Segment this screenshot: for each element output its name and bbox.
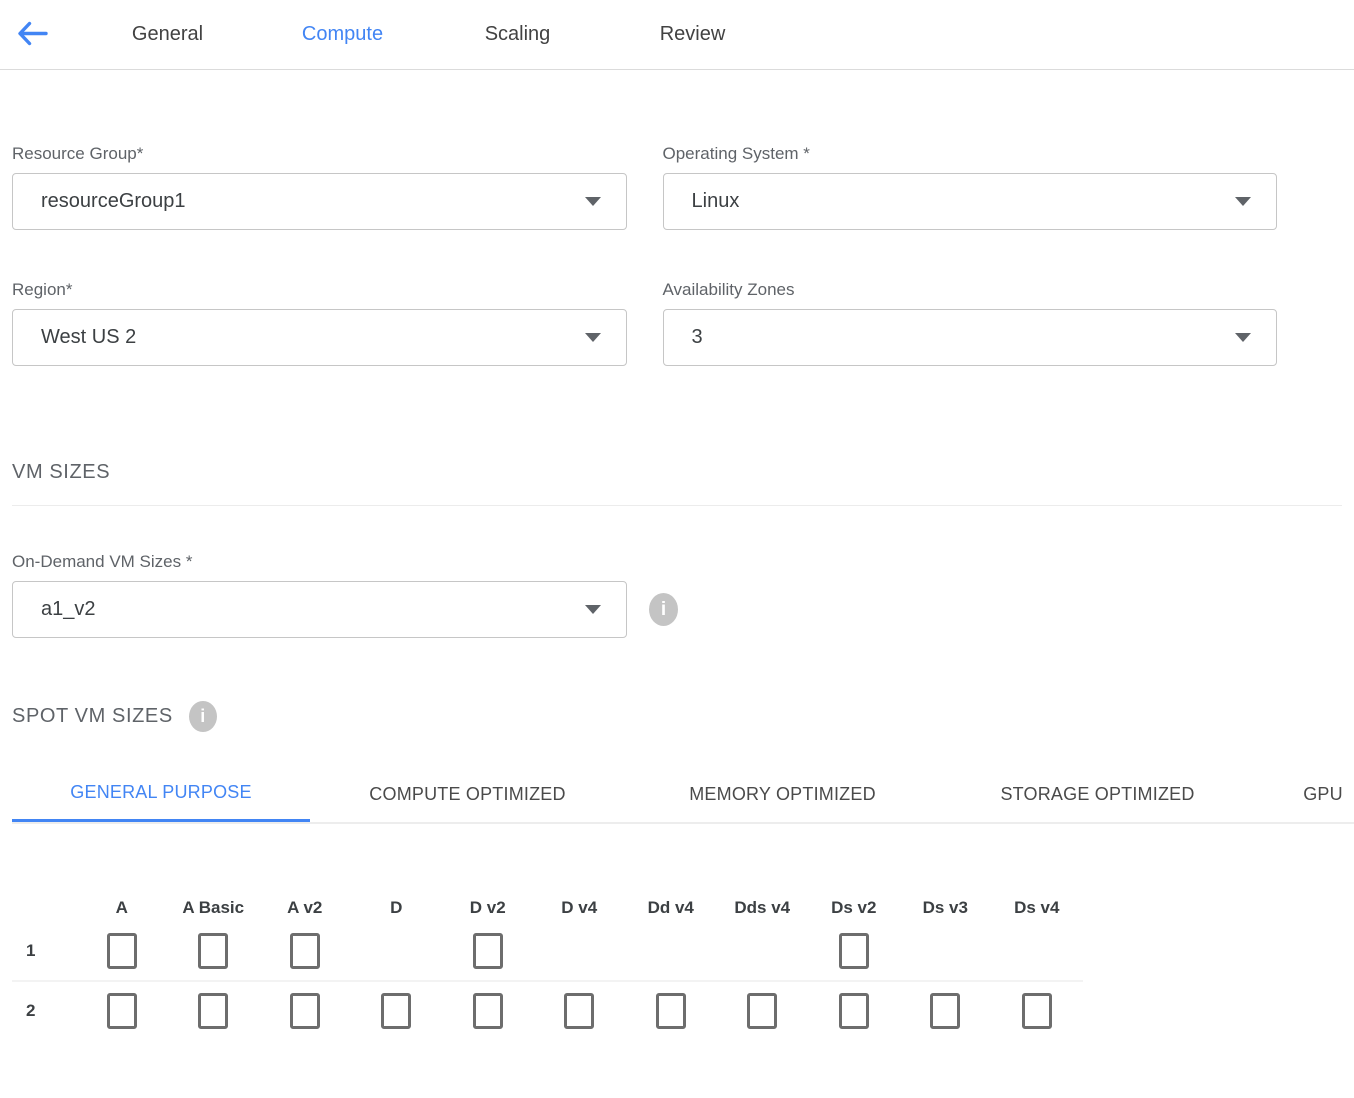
- grid-cell: [534, 922, 626, 980]
- field-region: Region* West US 2: [12, 280, 627, 366]
- column-header-dds-v4: Dds v4: [717, 876, 809, 922]
- grid-cell: [808, 922, 900, 980]
- spot-tab-storage-optimized[interactable]: STORAGE OPTIMIZED: [940, 766, 1255, 822]
- spot-tab-compute-optimized[interactable]: COMPUTE OPTIMIZED: [310, 766, 625, 822]
- grid-cell: [808, 982, 900, 1040]
- operating-system-label: Operating System *: [663, 144, 1278, 164]
- grid-cell: [717, 982, 809, 1040]
- vm-size-checkbox-row1-a[interactable]: [107, 933, 137, 969]
- wizard-step-tabs: GeneralComputeScalingReview: [80, 23, 780, 46]
- on-demand-block: On-Demand VM Sizes * a1_v2 i: [12, 552, 1354, 638]
- on-demand-vm-sizes-label: On-Demand VM Sizes *: [12, 552, 1354, 572]
- availability-zones-label: Availability Zones: [663, 280, 1278, 300]
- compute-form-fields: Resource Group* resourceGroup1 Operating S…: [12, 144, 1277, 366]
- vm-size-checkbox-row2-dd-v4[interactable]: [656, 993, 686, 1029]
- grid-cell: [442, 982, 534, 1040]
- spot-vm-size-grid: AA BasicA v2DD v2D v4Dd v4Dds v4Ds v2Ds …: [12, 876, 1354, 1040]
- grid-cell: [534, 982, 626, 1040]
- grid-cell: [168, 982, 260, 1040]
- column-header-dd-v4: Dd v4: [625, 876, 717, 922]
- section-divider: [12, 505, 1342, 506]
- field-resource-group: Resource Group* resourceGroup1: [12, 144, 627, 230]
- column-header-d-v2: D v2: [442, 876, 534, 922]
- region-select[interactable]: West US 2: [12, 309, 627, 366]
- column-header-ds-v2: Ds v2: [808, 876, 900, 922]
- column-header-d: D: [351, 876, 443, 922]
- vm-size-checkbox-row2-dds-v4[interactable]: [747, 993, 777, 1029]
- vm-size-checkbox-row2-d[interactable]: [381, 993, 411, 1029]
- chevron-down-icon: [585, 333, 601, 342]
- column-header-a-v2: A v2: [259, 876, 351, 922]
- arrow-left-icon: [16, 20, 48, 50]
- row-label-1: 1: [12, 922, 76, 980]
- tab-scaling[interactable]: Scaling: [430, 23, 605, 46]
- column-header-ds-v4: Ds v4: [991, 876, 1083, 922]
- resource-group-select[interactable]: resourceGroup1: [12, 173, 627, 230]
- grid-cell: [625, 982, 717, 1040]
- grid-cell: [259, 982, 351, 1040]
- availability-zones-value: 3: [692, 326, 703, 349]
- vm-size-checkbox-row1-a-basic[interactable]: [198, 933, 228, 969]
- grid-cell: [991, 982, 1083, 1040]
- vm-size-checkbox-row2-a-basic[interactable]: [198, 993, 228, 1029]
- spot-tab-memory-optimized[interactable]: MEMORY OPTIMIZED: [625, 766, 940, 822]
- grid-cell: [76, 982, 168, 1040]
- grid-cell: [991, 922, 1083, 980]
- grid-cell: [259, 922, 351, 980]
- resource-group-value: resourceGroup1: [41, 190, 186, 213]
- column-header-ds-v3: Ds v3: [900, 876, 992, 922]
- vm-size-checkbox-row1-a-v2[interactable]: [290, 933, 320, 969]
- vm-size-checkbox-row2-d-v2[interactable]: [473, 993, 503, 1029]
- region-value: West US 2: [41, 326, 136, 349]
- vm-size-checkbox-row1-ds-v2[interactable]: [839, 933, 869, 969]
- field-operating-system: Operating System * Linux: [663, 144, 1278, 230]
- column-header-a-basic: A Basic: [168, 876, 260, 922]
- vm-size-checkbox-row2-ds-v3[interactable]: [930, 993, 960, 1029]
- grid-cell: [900, 922, 992, 980]
- vm-size-checkbox-row2-ds-v4[interactable]: [1022, 993, 1052, 1029]
- on-demand-vm-sizes-select[interactable]: a1_v2: [12, 581, 627, 638]
- grid-cell: [76, 922, 168, 980]
- chevron-down-icon: [1235, 197, 1251, 206]
- operating-system-value: Linux: [692, 190, 740, 213]
- back-button[interactable]: [15, 20, 49, 50]
- vm-size-checkbox-row1-d-v2[interactable]: [473, 933, 503, 969]
- chevron-down-icon: [1235, 333, 1251, 342]
- info-icon[interactable]: i: [189, 701, 217, 732]
- grid-cell: [351, 982, 443, 1040]
- region-label: Region*: [12, 280, 627, 300]
- grid-cell: [442, 922, 534, 980]
- tab-general[interactable]: General: [80, 23, 255, 46]
- spot-tab-gpu[interactable]: GPU: [1255, 766, 1354, 822]
- tab-review[interactable]: Review: [605, 23, 780, 46]
- wizard-header: GeneralComputeScalingReview: [0, 0, 1354, 70]
- spot-tab-general-purpose[interactable]: GENERAL PURPOSE: [12, 766, 310, 822]
- vm-size-checkbox-row2-d-v4[interactable]: [564, 993, 594, 1029]
- vm-sizes-section-title: VM SIZES: [12, 461, 1354, 484]
- vm-size-checkbox-row2-a-v2[interactable]: [290, 993, 320, 1029]
- info-icon[interactable]: i: [649, 593, 678, 626]
- grid-cell: [625, 922, 717, 980]
- grid-cell: [168, 922, 260, 980]
- grid-cell: [351, 922, 443, 980]
- column-header-a: A: [76, 876, 168, 922]
- column-header-d-v4: D v4: [534, 876, 626, 922]
- row-label-2: 2: [12, 982, 76, 1040]
- chevron-down-icon: [585, 197, 601, 206]
- vm-size-checkbox-row2-a[interactable]: [107, 993, 137, 1029]
- availability-zones-select[interactable]: 3: [663, 309, 1278, 366]
- spot-vm-sizes-header: SPOT VM SIZES i: [12, 701, 1354, 732]
- grid-corner: [12, 876, 76, 922]
- grid-cell: [900, 982, 992, 1040]
- vm-size-checkbox-row2-ds-v2[interactable]: [839, 993, 869, 1029]
- field-availability-zones: Availability Zones 3: [663, 280, 1278, 366]
- grid-cell: [717, 922, 809, 980]
- resource-group-label: Resource Group*: [12, 144, 627, 164]
- spot-vm-sizes-section-title: SPOT VM SIZES: [12, 705, 173, 728]
- spot-vm-category-tabs: GENERAL PURPOSECOMPUTE OPTIMIZEDMEMORY O…: [12, 766, 1354, 824]
- on-demand-vm-sizes-value: a1_v2: [41, 598, 96, 621]
- chevron-down-icon: [585, 605, 601, 614]
- operating-system-select[interactable]: Linux: [663, 173, 1278, 230]
- tab-compute[interactable]: Compute: [255, 23, 430, 46]
